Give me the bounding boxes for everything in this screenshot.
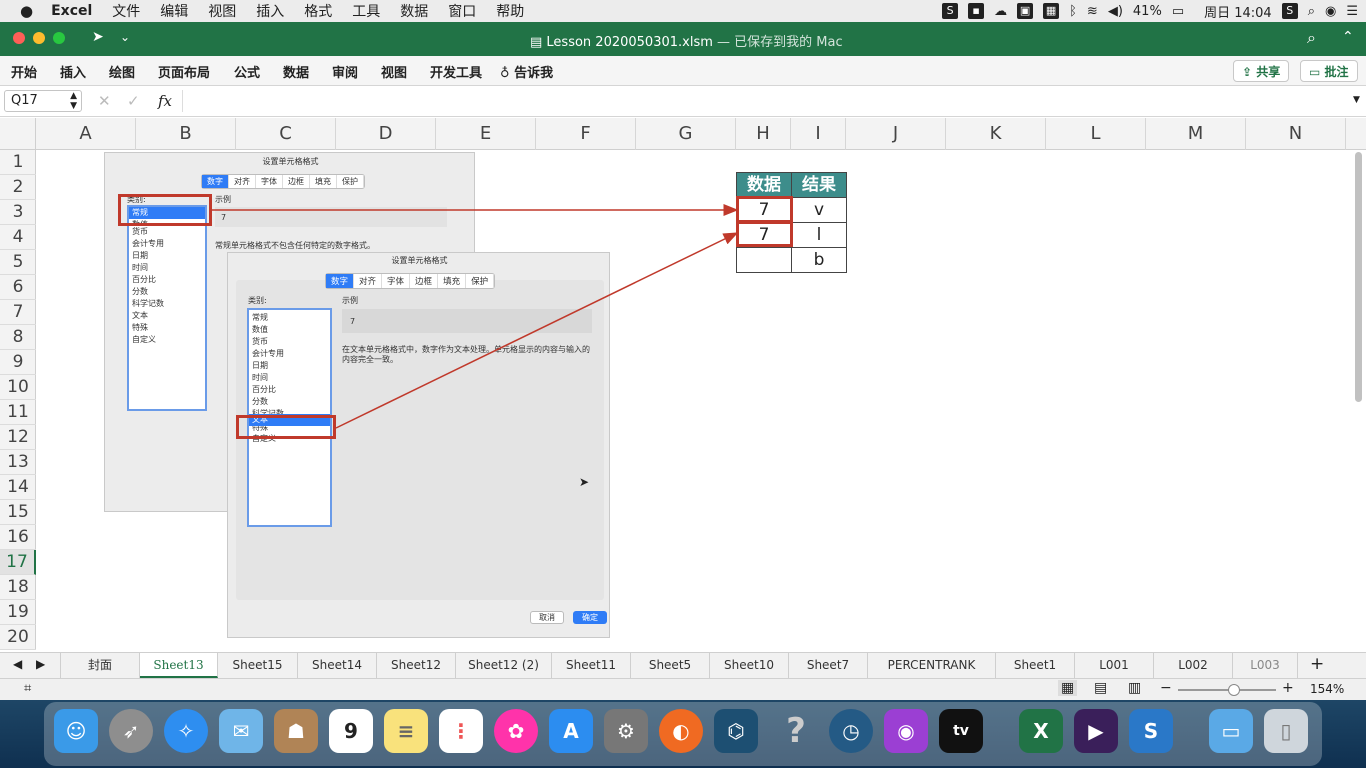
table-cell[interactable]: l bbox=[791, 222, 847, 248]
apple-tv-icon[interactable]: tv bbox=[939, 709, 983, 753]
zoom-slider-thumb[interactable] bbox=[1228, 684, 1240, 696]
page-layout-view-icon[interactable]: ▤ bbox=[1094, 680, 1107, 696]
sheet-tab[interactable]: L002 bbox=[1154, 653, 1233, 678]
sheet-tab[interactable]: Sheet12 (2) bbox=[456, 653, 552, 678]
sheet-tab[interactable]: Sheet15 bbox=[218, 653, 298, 678]
macro-record-icon[interactable]: ⌗ bbox=[24, 681, 31, 696]
trash-icon[interactable]: ▯ bbox=[1264, 709, 1308, 753]
reminders-icon[interactable]: ⋮ bbox=[439, 709, 483, 753]
photos-icon[interactable]: ✿ bbox=[494, 709, 538, 753]
zoom-level[interactable]: 154% bbox=[1310, 682, 1344, 696]
sheet-tab-bar: ◀ ▶ 封面 Sheet13 Sheet15 Sheet14 Sheet12 S… bbox=[0, 652, 1366, 678]
podcasts-icon[interactable]: ◉ bbox=[884, 709, 928, 753]
mysql-workbench-icon[interactable]: ⌬ bbox=[714, 709, 758, 753]
excel-icon[interactable]: X bbox=[1019, 709, 1063, 753]
video-editor-icon[interactable]: ▶ bbox=[1074, 709, 1118, 753]
zoom-in-icon[interactable]: + bbox=[1282, 680, 1294, 696]
table-cell[interactable]: v bbox=[791, 197, 847, 223]
zoom-slider[interactable] bbox=[1178, 684, 1276, 696]
table-header-data[interactable]: 数据 bbox=[736, 172, 792, 198]
finder-icon[interactable]: ☺ bbox=[54, 709, 98, 753]
downloads-folder-icon[interactable]: ▭ bbox=[1209, 709, 1253, 753]
highlight-cell-h3 bbox=[736, 196, 793, 223]
snagit-icon[interactable]: S bbox=[1129, 709, 1173, 753]
sheet-tab[interactable]: Sheet12 bbox=[377, 653, 456, 678]
time-machine-icon[interactable]: ◷ bbox=[829, 709, 873, 753]
help-icon[interactable]: ? bbox=[774, 709, 818, 753]
sheet-tab[interactable]: Sheet1 bbox=[996, 653, 1075, 678]
normal-view-icon[interactable]: ▦ bbox=[1058, 680, 1078, 696]
sheet-tab[interactable]: Sheet7 bbox=[789, 653, 868, 678]
sheet-tab[interactable]: 封面 bbox=[60, 653, 140, 678]
sheet-tab[interactable]: L001 bbox=[1075, 653, 1154, 678]
notes-icon[interactable]: ≡ bbox=[384, 709, 428, 753]
status-bar: ⌗ ▦ ▤ ▥ − + 154% bbox=[0, 678, 1366, 700]
sheet-tab[interactable]: Sheet14 bbox=[298, 653, 377, 678]
next-sheet-icon[interactable]: ▶ bbox=[36, 657, 45, 671]
sheet-tab[interactable]: Sheet5 bbox=[631, 653, 710, 678]
zoom-out-icon[interactable]: − bbox=[1160, 680, 1172, 696]
mail-icon[interactable]: ✉ bbox=[219, 709, 263, 753]
app-store-icon[interactable]: A bbox=[549, 709, 593, 753]
firefox-icon[interactable]: ◐ bbox=[659, 709, 703, 753]
table-header-result[interactable]: 结果 bbox=[791, 172, 847, 198]
table-cell[interactable]: b bbox=[791, 247, 847, 273]
contacts-icon[interactable]: ☗ bbox=[274, 709, 318, 753]
system-preferences-icon[interactable]: ⚙ bbox=[604, 709, 648, 753]
prev-sheet-icon[interactable]: ◀ bbox=[13, 657, 22, 671]
launchpad-icon[interactable]: ➶ bbox=[109, 709, 153, 753]
calendar-icon[interactable]: 9 bbox=[329, 709, 373, 753]
sheet-tab[interactable]: Sheet11 bbox=[552, 653, 631, 678]
sheet-tab[interactable]: Sheet10 bbox=[710, 653, 789, 678]
sheet-tab-active[interactable]: Sheet13 bbox=[140, 653, 218, 678]
page-break-view-icon[interactable]: ▥ bbox=[1128, 680, 1141, 696]
safari-icon[interactable]: ✧ bbox=[164, 709, 208, 753]
arrow-text-to-cell bbox=[335, 232, 739, 429]
add-sheet-icon[interactable]: + bbox=[1310, 654, 1324, 674]
highlight-cell-h4 bbox=[736, 221, 793, 247]
sheet-tab[interactable]: PERCENTRANK bbox=[868, 653, 996, 678]
mouse-cursor-icon: ➤ bbox=[579, 475, 590, 489]
table-cell[interactable] bbox=[736, 247, 792, 273]
sheet-tab[interactable]: L003 bbox=[1233, 653, 1298, 678]
